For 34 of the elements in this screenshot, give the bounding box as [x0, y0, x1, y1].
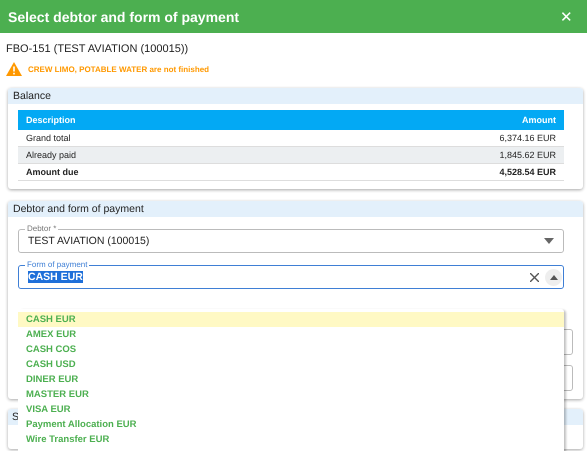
- caret-icon[interactable]: [544, 238, 554, 244]
- table-cell: 4,528.54 EUR: [499, 167, 556, 177]
- dropdown-option[interactable]: MASTER EUR: [18, 387, 564, 402]
- section-header: Balance: [8, 88, 583, 104]
- dropdown-option[interactable]: VISA EUR: [18, 402, 564, 417]
- table-cell: Amount due: [26, 167, 78, 177]
- column-header: Amount: [522, 115, 556, 125]
- debtor-select[interactable]: Debtor * TEST AVIATION (100015): [18, 222, 564, 253]
- section-header: Debtor and form of payment: [8, 201, 583, 217]
- payment-select[interactable]: Form of payment CASH EUR: [18, 258, 564, 289]
- table-cell: Already paid: [26, 150, 76, 160]
- caret-icon[interactable]: [550, 274, 558, 280]
- clear-icon[interactable]: [530, 272, 539, 282]
- dropdown-option[interactable]: DINER EUR: [18, 372, 564, 387]
- window-title: Select debtor and form of payment: [8, 8, 240, 24]
- close-button[interactable]: ✕: [556, 8, 577, 26]
- dropdown-option[interactable]: Wire Transfer EUR: [18, 432, 564, 447]
- table-cell: 1,845.62 EUR: [499, 150, 556, 160]
- column-header: Description: [26, 115, 76, 125]
- field-label: Form of payment: [25, 260, 90, 269]
- field-label: Debtor *: [25, 224, 58, 233]
- warning-message: CREW LIMO, POTABLE WATER are not finished: [28, 64, 210, 74]
- dropdown-option[interactable]: AMEX EUR: [18, 327, 564, 342]
- dropdown-toggle[interactable]: [545, 268, 562, 286]
- warning-icon: [6, 62, 22, 76]
- dropdown-option[interactable]: CASH USD: [18, 357, 564, 372]
- flight-title: FBO-151 (TEST AVIATION (100015)): [6, 43, 190, 55]
- table-cell: 6,374.16 EUR: [499, 133, 556, 143]
- dropdown-option[interactable]: CASH EUR: [18, 312, 564, 327]
- field-value: CASH EUR: [28, 271, 83, 283]
- field-value: TEST AVIATION (100015): [28, 235, 150, 247]
- dropdown-option[interactable]: CASH COS: [18, 342, 564, 357]
- table-cell: Grand total: [26, 133, 71, 143]
- dropdown-option[interactable]: Payment Allocation EUR: [18, 417, 564, 432]
